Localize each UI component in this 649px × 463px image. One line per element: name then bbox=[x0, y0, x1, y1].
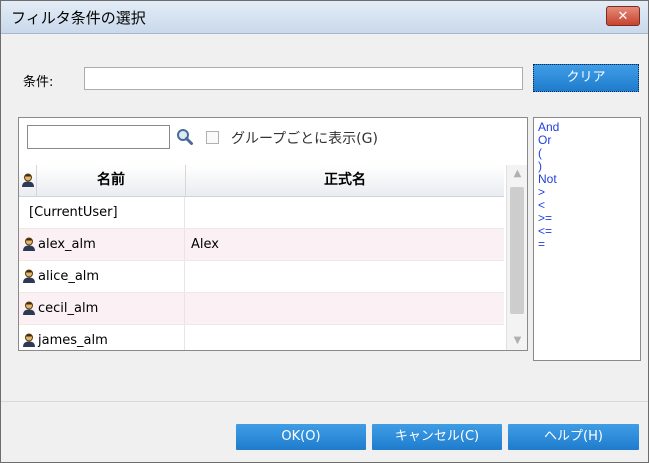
cell-name: james_alm bbox=[19, 325, 185, 350]
operator-item[interactable]: <= bbox=[538, 225, 640, 238]
user-grid-panel: グループごとに表示(G) 名前 正式名 [CurrentUser] alex_a… bbox=[18, 117, 528, 351]
filter-dialog: フィルタ条件の選択 ✕ 条件: クリア グループごとに表示(G) 名前 正式名 bbox=[0, 0, 649, 463]
cell-name: alice_alm bbox=[19, 261, 185, 292]
operator-item[interactable]: > bbox=[538, 186, 640, 199]
cell-name: alex_alm bbox=[19, 229, 185, 260]
user-icon bbox=[23, 237, 35, 251]
title-bar: フィルタ条件の選択 ✕ bbox=[1, 1, 648, 34]
row-name: cecil_alm bbox=[38, 301, 99, 316]
table-row[interactable]: alice_alm bbox=[19, 261, 504, 293]
scroll-thumb[interactable] bbox=[510, 187, 524, 314]
cell-formal-name bbox=[186, 261, 509, 292]
grid-body: [CurrentUser] alex_alm Alex alice_alm ce… bbox=[19, 197, 504, 350]
cell-formal-name bbox=[186, 197, 509, 228]
scroll-up-icon[interactable]: ▲ bbox=[507, 165, 527, 183]
grid-header: 名前 正式名 bbox=[19, 165, 504, 197]
operator-item[interactable]: < bbox=[538, 199, 640, 212]
footer-divider bbox=[1, 401, 648, 402]
row-name: alice_alm bbox=[38, 269, 100, 284]
close-icon: ✕ bbox=[617, 9, 629, 24]
operator-list: And Or ( ) Not > < >= <= = bbox=[533, 117, 641, 361]
operator-item[interactable]: = bbox=[538, 238, 640, 251]
column-header-formal-name[interactable]: 正式名 bbox=[186, 165, 504, 196]
header-icon-cell bbox=[19, 165, 37, 196]
row-name: alex_alm bbox=[38, 237, 96, 252]
column-header-name[interactable]: 名前 bbox=[37, 165, 186, 196]
ok-button[interactable]: OK(O) bbox=[236, 424, 366, 450]
table-row[interactable]: [CurrentUser] bbox=[19, 197, 504, 229]
table-row[interactable]: james_alm bbox=[19, 325, 504, 350]
operator-item[interactable]: ( bbox=[538, 147, 640, 160]
row-name: james_alm bbox=[38, 333, 108, 348]
close-button[interactable]: ✕ bbox=[606, 6, 640, 26]
cancel-button[interactable]: キャンセル(C) bbox=[372, 424, 502, 450]
scroll-down-icon[interactable]: ▼ bbox=[507, 332, 527, 350]
table-row[interactable]: cecil_alm bbox=[19, 293, 504, 325]
group-by-checkbox[interactable] bbox=[206, 131, 219, 144]
row-name: [CurrentUser] bbox=[29, 205, 118, 220]
cell-name: [CurrentUser] bbox=[19, 197, 185, 228]
cell-formal-name bbox=[186, 325, 509, 350]
user-icon bbox=[23, 269, 35, 283]
clear-button[interactable]: クリア bbox=[533, 64, 639, 92]
help-button[interactable]: ヘルプ(H) bbox=[508, 424, 639, 450]
cell-formal-name: Alex bbox=[191, 237, 219, 252]
operator-item[interactable]: Or bbox=[538, 134, 640, 147]
search-input[interactable] bbox=[27, 125, 170, 149]
search-icon[interactable] bbox=[176, 128, 194, 146]
user-icon bbox=[23, 301, 35, 315]
user-icon bbox=[22, 173, 34, 187]
user-icon bbox=[23, 333, 35, 347]
operator-item[interactable]: >= bbox=[538, 212, 640, 225]
condition-label: 条件: bbox=[23, 75, 54, 90]
table-row[interactable]: alex_alm Alex bbox=[19, 229, 504, 261]
cell-formal-name bbox=[186, 293, 509, 324]
operator-item[interactable]: Not bbox=[538, 173, 640, 186]
dialog-title: フィルタ条件の選択 bbox=[11, 9, 146, 27]
group-by-label[interactable]: グループごとに表示(G) bbox=[231, 128, 378, 148]
operator-item[interactable]: And bbox=[538, 121, 640, 134]
grid-scrollbar[interactable]: ▲ ▼ bbox=[506, 165, 527, 350]
cell-name: cecil_alm bbox=[19, 293, 185, 324]
condition-input[interactable] bbox=[84, 67, 523, 90]
